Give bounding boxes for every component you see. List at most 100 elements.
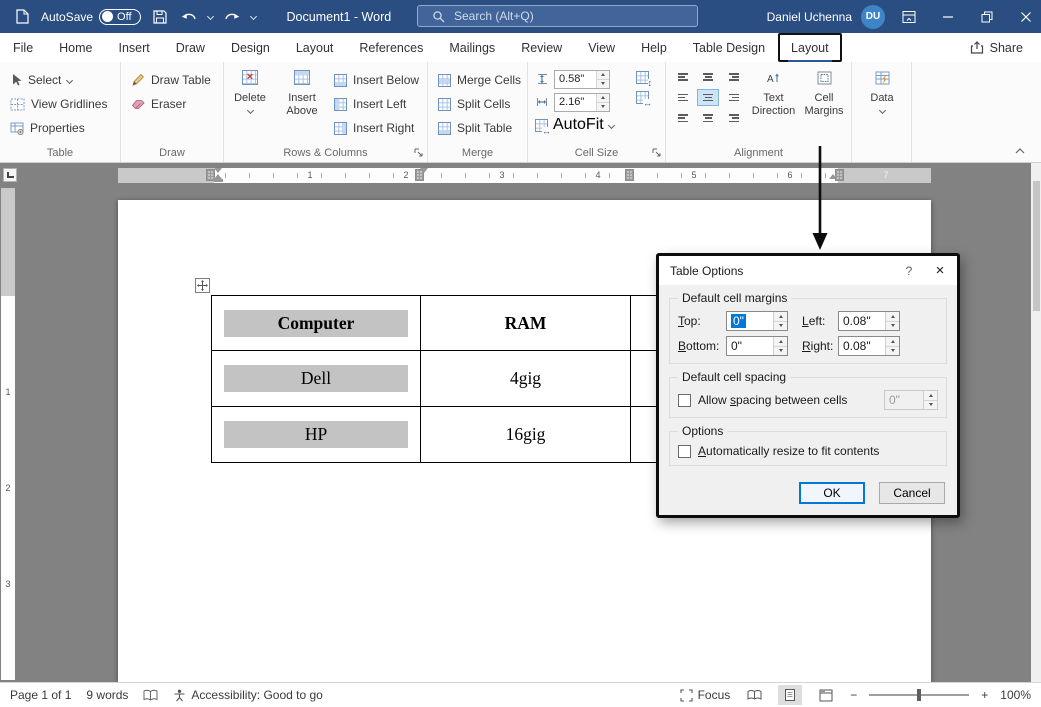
tab-layout[interactable]: Layout [283, 33, 347, 62]
align-top-left-button[interactable] [673, 70, 695, 87]
select-button[interactable]: Select [7, 70, 110, 90]
search-box[interactable]: Search (Alt+Q) [417, 5, 698, 27]
first-line-indent-marker[interactable] [420, 168, 428, 173]
view-gridlines-button[interactable]: View Gridlines [7, 94, 110, 114]
dialog-launcher-icon[interactable] [412, 146, 425, 159]
merge-cells-button[interactable]: Merge Cells [435, 70, 524, 90]
close-icon[interactable] [1011, 0, 1041, 33]
insert-right-button[interactable]: Insert Right [331, 118, 422, 138]
insert-left-button[interactable]: Insert Left [331, 94, 422, 114]
insert-above-button[interactable]: Insert Above [276, 67, 328, 118]
draw-table-button[interactable]: Draw Table [128, 70, 214, 90]
vertical-ruler[interactable]: 1 2 3 [1, 188, 15, 680]
vertical-scrollbar[interactable] [1031, 163, 1041, 682]
zoom-in-button[interactable]: + [981, 688, 988, 702]
spin-up-icon[interactable] [886, 312, 899, 321]
eraser-button[interactable]: Eraser [128, 94, 214, 114]
align-bottom-left-button[interactable] [673, 108, 695, 125]
dialog-launcher-icon[interactable] [650, 146, 663, 159]
align-center-right-button[interactable] [721, 89, 743, 106]
proofing-icon[interactable] [143, 689, 158, 701]
tab-draw[interactable]: Draw [163, 33, 218, 62]
table-cell[interactable]: 4gig [421, 351, 631, 407]
dialog-close-icon[interactable]: × [923, 262, 957, 279]
avatar[interactable]: DU [861, 5, 885, 29]
row-height-input[interactable]: 0.58" [554, 70, 610, 89]
cancel-button[interactable]: Cancel [879, 482, 945, 504]
read-mode-button[interactable] [742, 685, 766, 705]
align-center-button[interactable] [697, 89, 719, 106]
spin-up-icon[interactable] [886, 337, 899, 346]
scrollbar-thumb[interactable] [1033, 181, 1040, 311]
spin-up-icon[interactable] [774, 312, 787, 321]
restore-icon[interactable] [972, 0, 1002, 33]
autosave-toggle[interactable]: AutoSave Off [41, 9, 141, 25]
left-margin-input[interactable]: 0.08" [838, 311, 900, 331]
ribbon-display-options-icon[interactable] [894, 0, 924, 33]
tab-insert[interactable]: Insert [106, 33, 163, 62]
spin-down-icon[interactable] [774, 346, 787, 356]
spin-up-icon[interactable] [774, 337, 787, 346]
properties-button[interactable]: Properties [7, 118, 110, 138]
table-column-marker[interactable] [625, 169, 634, 181]
zoom-slider[interactable] [869, 694, 969, 696]
allow-spacing-checkbox[interactable] [678, 394, 691, 407]
spin-down-icon[interactable] [774, 321, 787, 331]
cell-margins-button[interactable]: Cell Margins [799, 67, 849, 118]
minimize-icon[interactable] [933, 0, 963, 33]
auto-resize-checkbox[interactable] [678, 445, 691, 458]
align-top-center-button[interactable] [697, 70, 719, 87]
tab-references[interactable]: References [346, 33, 436, 62]
print-layout-button[interactable] [778, 685, 802, 705]
insert-below-button[interactable]: Insert Below [331, 70, 422, 90]
top-margin-input[interactable]: 0" [726, 311, 788, 331]
distribute-columns-icon[interactable] [636, 91, 649, 104]
tab-view[interactable]: View [575, 33, 628, 62]
tab-file[interactable]: File [0, 33, 46, 62]
dialog-title-bar[interactable]: Table Options ? × [659, 256, 957, 285]
align-bottom-center-button[interactable] [697, 108, 719, 125]
split-cells-button[interactable]: Split Cells [435, 94, 524, 114]
first-line-indent-marker[interactable] [214, 168, 222, 173]
table-cell[interactable]: 16gig [421, 407, 631, 463]
align-center-left-button[interactable] [673, 89, 695, 106]
bottom-margin-input[interactable]: 0" [726, 336, 788, 356]
redo-icon[interactable] [222, 6, 242, 28]
app-icon[interactable] [12, 6, 32, 28]
collapse-ribbon-icon[interactable] [1009, 145, 1031, 157]
tab-design[interactable]: Design [218, 33, 283, 62]
zoom-level[interactable]: 100% [1000, 688, 1031, 702]
spin-down-icon[interactable] [886, 321, 899, 331]
distribute-rows-icon[interactable] [636, 71, 649, 84]
text-direction-button[interactable]: A Text Direction [750, 67, 797, 118]
save-icon[interactable] [150, 6, 170, 28]
autofit-button[interactable]: AutoFit [535, 115, 614, 135]
web-layout-button[interactable] [814, 685, 838, 705]
table-move-handle[interactable] [195, 278, 210, 293]
spin-down-icon[interactable] [597, 79, 609, 88]
ok-button[interactable]: OK [799, 482, 865, 504]
column-width-input[interactable]: 2.16" [554, 93, 610, 112]
customize-quick-access-icon[interactable] [249, 13, 256, 20]
split-table-button[interactable]: Split Table [435, 118, 524, 138]
align-bottom-right-button[interactable] [721, 108, 743, 125]
focus-button[interactable]: Focus [680, 688, 731, 702]
delete-button[interactable]: Delete [226, 67, 274, 113]
spin-up-icon[interactable] [597, 94, 609, 102]
tab-help[interactable]: Help [628, 33, 680, 62]
page-indicator[interactable]: Page 1 of 1 [10, 688, 71, 702]
table-cell[interactable]: HP [212, 407, 421, 463]
undo-dropdown-icon[interactable] [206, 13, 213, 20]
table-cell[interactable]: Computer [212, 296, 421, 351]
accessibility-status[interactable]: Accessibility: Good to go [173, 688, 322, 702]
spin-down-icon[interactable] [597, 102, 609, 111]
ruler-left-margin[interactable] [118, 168, 214, 183]
zoom-slider-thumb[interactable] [917, 689, 921, 701]
tab-home[interactable]: Home [46, 33, 105, 62]
tab-table-layout[interactable]: Layout [778, 33, 842, 62]
spin-down-icon[interactable] [886, 346, 899, 356]
tab-table-design[interactable]: Table Design [680, 33, 778, 62]
tab-review[interactable]: Review [508, 33, 575, 62]
data-button[interactable]: Data [857, 67, 907, 113]
undo-icon[interactable] [179, 6, 199, 28]
